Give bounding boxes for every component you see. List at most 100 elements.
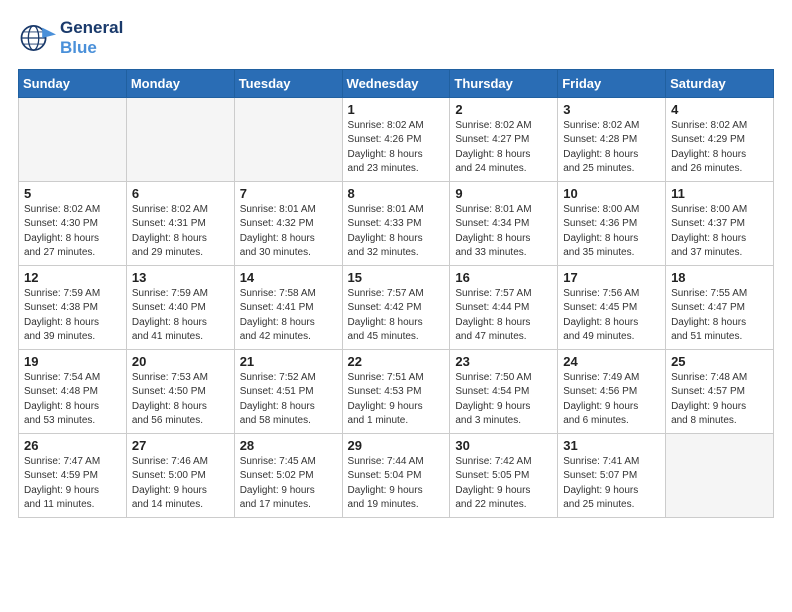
- day-cell: [234, 97, 342, 181]
- day-info: Sunrise: 8:01 AMSunset: 4:33 PMDaylight:…: [348, 203, 445, 261]
- week-row-2: 5 Sunrise: 8:02 AMSunset: 4:30 PMDaylight…: [19, 181, 774, 265]
- day-number: 19: [24, 354, 121, 369]
- day-number: 26: [24, 438, 121, 453]
- day-cell: 18Sunrise: 7:55 AMSunset: 4:47 PMDayligh…: [666, 265, 774, 349]
- day-cell: 23Sunrise: 7:50 AMSunset: 4:54 PMDayligh…: [450, 349, 558, 433]
- day-number: 3: [563, 102, 660, 117]
- day-cell: 21 Sunrise: 7:52 AMSunset: 4:51 PMDayligh…: [234, 349, 342, 433]
- logo-text: General Blue: [60, 18, 123, 59]
- logo: General Blue: [18, 18, 123, 59]
- day-cell: 30Sunrise: 7:42 AMSunset: 5:05 PMDayligh…: [450, 433, 558, 517]
- day-cell: 3 Sunrise: 8:02 AMSunset: 4:28 PMDaylight…: [558, 97, 666, 181]
- day-number: 8: [348, 186, 445, 201]
- day-info: Sunrise: 7:52 AMSunset: 4:51 PMDaylight:…: [240, 371, 337, 429]
- day-info: Sunrise: 7:50 AMSunset: 4:54 PMDaylight:…: [455, 371, 552, 429]
- week-row-5: 26 Sunrise: 7:47 AMSunset: 4:59 PMDayligh…: [19, 433, 774, 517]
- day-number: 25: [671, 354, 768, 369]
- day-number: 22: [348, 354, 445, 369]
- weekday-tuesday: Tuesday: [234, 69, 342, 97]
- day-info: Sunrise: 8:01 AMSunset: 4:32 PMDaylight:…: [240, 203, 337, 261]
- day-number: 7: [240, 186, 337, 201]
- day-number: 16: [455, 270, 552, 285]
- weekday-friday: Friday: [558, 69, 666, 97]
- day-info: Sunrise: 7:53 AMSunset: 4:50 PMDaylight:…: [132, 371, 229, 429]
- day-number: 5: [24, 186, 121, 201]
- day-number: 1: [348, 102, 445, 117]
- day-cell: [19, 97, 127, 181]
- day-cell: 12 Sunrise: 7:59 AMSunset: 4:38 PMDayligh…: [19, 265, 127, 349]
- day-number: 9: [455, 186, 552, 201]
- day-cell: 31Sunrise: 7:41 AMSunset: 5:07 PMDayligh…: [558, 433, 666, 517]
- day-cell: [666, 433, 774, 517]
- day-cell: 17 Sunrise: 7:56 AMSunset: 4:45 PMDayligh…: [558, 265, 666, 349]
- day-info: Sunrise: 7:59 AMSunset: 4:40 PMDaylight:…: [132, 287, 229, 345]
- weekday-thursday: Thursday: [450, 69, 558, 97]
- day-info: Sunrise: 7:49 AMSunset: 4:56 PMDaylight:…: [563, 371, 660, 429]
- day-info: Sunrise: 7:57 AMSunset: 4:42 PMDaylight:…: [348, 287, 445, 345]
- day-info: Sunrise: 7:45 AMSunset: 5:02 PMDaylight:…: [240, 455, 337, 513]
- weekday-saturday: Saturday: [666, 69, 774, 97]
- day-cell: 1Sunrise: 8:02 AMSunset: 4:26 PMDaylight…: [342, 97, 450, 181]
- day-number: 13: [132, 270, 229, 285]
- day-number: 29: [348, 438, 445, 453]
- day-cell: 10Sunrise: 8:00 AMSunset: 4:36 PMDayligh…: [558, 181, 666, 265]
- day-cell: 29 Sunrise: 7:44 AMSunset: 5:04 PMDayligh…: [342, 433, 450, 517]
- day-number: 12: [24, 270, 121, 285]
- weekday-monday: Monday: [126, 69, 234, 97]
- day-info: Sunrise: 8:02 AMSunset: 4:30 PMDaylight:…: [24, 203, 121, 261]
- day-number: 15: [348, 270, 445, 285]
- day-info: Sunrise: 7:46 AMSunset: 5:00 PMDaylight:…: [132, 455, 229, 513]
- day-cell: 15 Sunrise: 7:57 AMSunset: 4:42 PMDayligh…: [342, 265, 450, 349]
- header: General Blue: [18, 18, 774, 59]
- day-cell: 26 Sunrise: 7:47 AMSunset: 4:59 PMDayligh…: [19, 433, 127, 517]
- day-number: 21: [240, 354, 337, 369]
- day-cell: 4Sunrise: 8:02 AMSunset: 4:29 PMDaylight…: [666, 97, 774, 181]
- week-row-1: 1Sunrise: 8:02 AMSunset: 4:26 PMDaylight…: [19, 97, 774, 181]
- day-number: 24: [563, 354, 660, 369]
- logo-icon: [18, 19, 56, 57]
- day-number: 6: [132, 186, 229, 201]
- day-cell: 5 Sunrise: 8:02 AMSunset: 4:30 PMDaylight…: [19, 181, 127, 265]
- day-info: Sunrise: 7:59 AMSunset: 4:38 PMDaylight:…: [24, 287, 121, 345]
- day-cell: 19 Sunrise: 7:54 AMSunset: 4:48 PMDayligh…: [19, 349, 127, 433]
- day-info: Sunrise: 8:02 AMSunset: 4:27 PMDaylight:…: [455, 119, 552, 177]
- day-cell: 2 Sunrise: 8:02 AMSunset: 4:27 PMDaylight…: [450, 97, 558, 181]
- weekday-wednesday: Wednesday: [342, 69, 450, 97]
- page: General Blue SundayMondayTuesdayWednesda…: [0, 0, 792, 612]
- day-info: Sunrise: 8:01 AMSunset: 4:34 PMDaylight:…: [455, 203, 552, 261]
- day-info: Sunrise: 8:02 AMSunset: 4:31 PMDaylight:…: [132, 203, 229, 261]
- day-cell: 6 Sunrise: 8:02 AMSunset: 4:31 PMDaylight…: [126, 181, 234, 265]
- day-number: 27: [132, 438, 229, 453]
- day-info: Sunrise: 8:02 AMSunset: 4:28 PMDaylight:…: [563, 119, 660, 177]
- day-number: 28: [240, 438, 337, 453]
- calendar: SundayMondayTuesdayWednesdayThursdayFrid…: [18, 69, 774, 518]
- day-cell: 28 Sunrise: 7:45 AMSunset: 5:02 PMDayligh…: [234, 433, 342, 517]
- day-info: Sunrise: 7:47 AMSunset: 4:59 PMDaylight:…: [24, 455, 121, 513]
- day-number: 17: [563, 270, 660, 285]
- week-row-4: 19 Sunrise: 7:54 AMSunset: 4:48 PMDayligh…: [19, 349, 774, 433]
- day-info: Sunrise: 8:00 AMSunset: 4:37 PMDaylight:…: [671, 203, 768, 261]
- day-cell: 7 Sunrise: 8:01 AMSunset: 4:32 PMDaylight…: [234, 181, 342, 265]
- day-cell: 20 Sunrise: 7:53 AMSunset: 4:50 PMDayligh…: [126, 349, 234, 433]
- day-number: 2: [455, 102, 552, 117]
- weekday-sunday: Sunday: [19, 69, 127, 97]
- day-number: 20: [132, 354, 229, 369]
- day-info: Sunrise: 7:54 AMSunset: 4:48 PMDaylight:…: [24, 371, 121, 429]
- day-info: Sunrise: 7:58 AMSunset: 4:41 PMDaylight:…: [240, 287, 337, 345]
- day-cell: 9 Sunrise: 8:01 AMSunset: 4:34 PMDaylight…: [450, 181, 558, 265]
- day-info: Sunrise: 7:48 AMSunset: 4:57 PMDaylight:…: [671, 371, 768, 429]
- day-number: 18: [671, 270, 768, 285]
- day-cell: 8 Sunrise: 8:01 AMSunset: 4:33 PMDaylight…: [342, 181, 450, 265]
- day-info: Sunrise: 7:42 AMSunset: 5:05 PMDaylight:…: [455, 455, 552, 513]
- day-info: Sunrise: 7:56 AMSunset: 4:45 PMDaylight:…: [563, 287, 660, 345]
- day-info: Sunrise: 7:57 AMSunset: 4:44 PMDaylight:…: [455, 287, 552, 345]
- day-cell: 14 Sunrise: 7:58 AMSunset: 4:41 PMDayligh…: [234, 265, 342, 349]
- day-cell: 25 Sunrise: 7:48 AMSunset: 4:57 PMDayligh…: [666, 349, 774, 433]
- day-number: 10: [563, 186, 660, 201]
- day-number: 14: [240, 270, 337, 285]
- day-number: 11: [671, 186, 768, 201]
- day-info: Sunrise: 7:51 AMSunset: 4:53 PMDaylight:…: [348, 371, 445, 429]
- day-info: Sunrise: 7:44 AMSunset: 5:04 PMDaylight:…: [348, 455, 445, 513]
- day-cell: [126, 97, 234, 181]
- day-info: Sunrise: 7:41 AMSunset: 5:07 PMDaylight:…: [563, 455, 660, 513]
